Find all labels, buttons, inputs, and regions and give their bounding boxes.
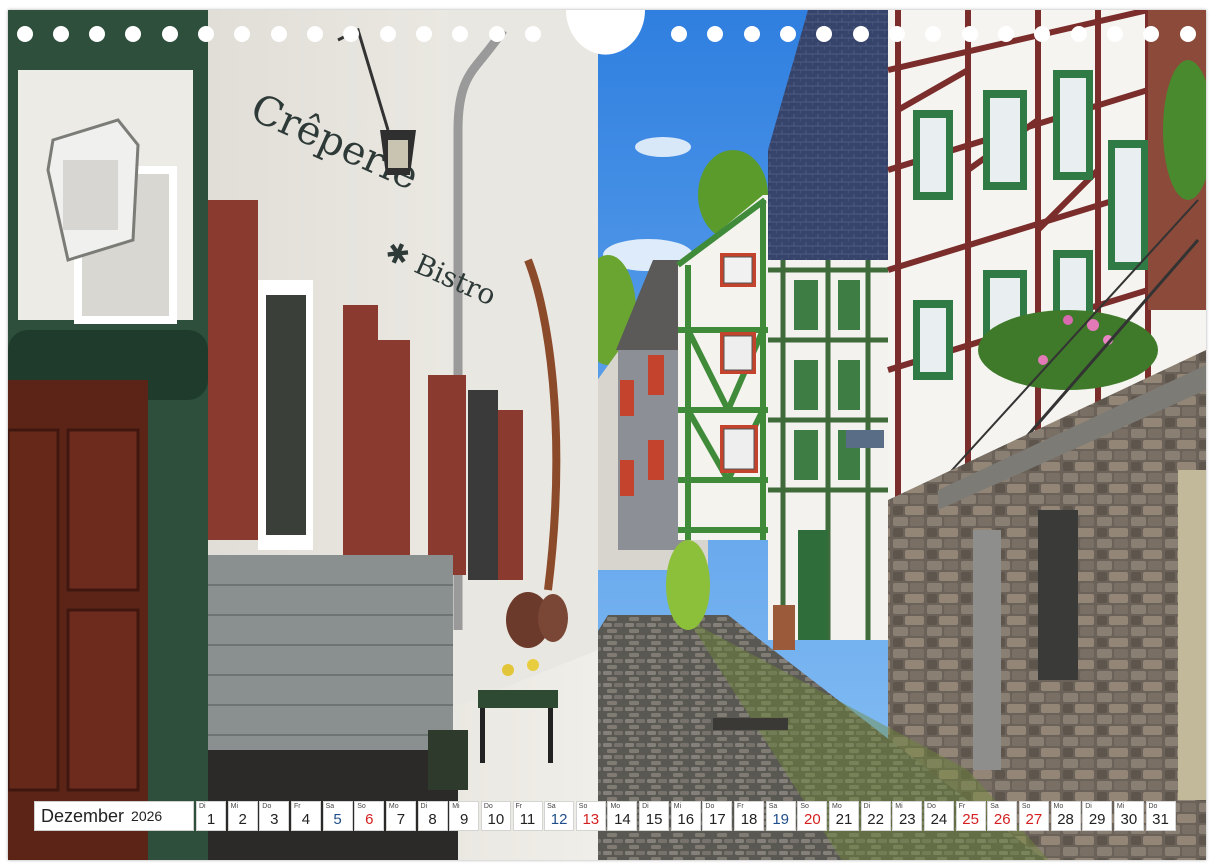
weekday-label: Mi (1116, 803, 1125, 810)
weekday-label: Mo (610, 803, 621, 810)
day-number: 15 (645, 811, 663, 828)
day-number: 5 (333, 811, 342, 828)
day-cell: Sa 12 (544, 801, 575, 831)
day-number: 22 (867, 811, 884, 828)
weekday-label: So (578, 803, 588, 810)
weekday-label: So (800, 803, 809, 810)
day-cell: Fr 11 (512, 801, 543, 831)
weekday-label: Do (262, 803, 272, 810)
day-number: 23 (898, 811, 916, 828)
day-number: 17 (709, 811, 726, 828)
day-cell: So 27 (1018, 801, 1049, 831)
day-cell: Fr 18 (734, 801, 765, 831)
day-number: 13 (582, 811, 600, 828)
day-number: 25 (962, 811, 979, 828)
day-number: 3 (270, 811, 279, 828)
day-cell: So 20 (797, 801, 828, 831)
weekday-label: Mo (388, 803, 399, 810)
day-number: 18 (740, 811, 758, 828)
weekday-label: Fr (515, 803, 523, 810)
day-cell: Fr 25 (955, 801, 986, 831)
day-number: 20 (804, 811, 821, 828)
day-cell: Mi 2 (227, 801, 258, 831)
day-cell: Di 8 (417, 801, 448, 831)
day-number: 19 (772, 811, 790, 828)
day-cell: Do 24 (923, 801, 954, 831)
weekday-label: Do (483, 803, 493, 810)
weekday-label: Sa (547, 803, 556, 810)
calendar-page: Crêperie ✱ Bistro Dezember 2026 Di 1 Mi … (0, 0, 1214, 867)
day-number: 31 (1152, 811, 1169, 828)
weekday-label: Di (863, 803, 871, 810)
day-cell: So 13 (575, 801, 606, 831)
weekday-label: Di (199, 803, 206, 810)
weekday-label: Di (642, 803, 649, 810)
weekday-label: Do (705, 803, 715, 810)
day-number: 14 (614, 811, 631, 828)
day-cell: Di 15 (639, 801, 670, 831)
day-cell: Mi 23 (892, 801, 923, 831)
day-number: 2 (238, 811, 247, 828)
day-cell: Do 10 (480, 801, 511, 831)
month-label-box: Dezember 2026 (34, 801, 194, 831)
day-cell: Di 29 (1082, 801, 1113, 831)
day-number: 11 (519, 811, 536, 828)
day-number: 28 (1057, 811, 1074, 828)
day-cell: Do 31 (1145, 801, 1176, 831)
day-number: 16 (677, 811, 695, 828)
day-cell: Sa 19 (765, 801, 796, 831)
weekday-label: Sa (768, 803, 778, 810)
weekday-label: So (357, 803, 366, 810)
day-cell: Do 17 (702, 801, 733, 831)
weekday-label: Fr (293, 803, 301, 810)
street-photo: Crêperie ✱ Bistro (8, 10, 1206, 860)
day-number: 9 (460, 811, 469, 828)
day-cell: Mo 14 (607, 801, 638, 831)
weekday-label: Mi (452, 803, 460, 810)
weekday-label: Mi (895, 803, 903, 810)
weekday-label: Mi (673, 803, 682, 810)
day-cell: Di 22 (860, 801, 891, 831)
weekday-label: Mo (1053, 803, 1064, 810)
weekday-label: Do (1148, 803, 1158, 810)
day-number: 29 (1088, 811, 1106, 828)
weekday-label: Sa (325, 803, 335, 810)
weekday-label: Fr (737, 803, 744, 810)
day-number: 10 (487, 811, 505, 828)
day-cell: Mi 16 (670, 801, 701, 831)
day-cell: Sa 5 (322, 801, 353, 831)
day-cell: Mi 30 (1113, 801, 1144, 831)
weekday-label: Di (1085, 803, 1092, 810)
day-number: 4 (301, 811, 311, 828)
day-number: 12 (550, 811, 568, 828)
weekday-label: Di (420, 803, 428, 810)
day-cell: Di 1 (196, 801, 226, 831)
day-cell: Mo 28 (1050, 801, 1081, 831)
weekday-label: Mi (230, 803, 239, 810)
day-cell: Mo 7 (385, 801, 416, 831)
weekday-label: Do (926, 803, 936, 810)
day-cell: Sa 26 (987, 801, 1018, 831)
weekday-label: Fr (958, 803, 966, 810)
day-number: 26 (993, 811, 1011, 828)
weekday-label: So (1021, 803, 1031, 810)
weekday-label: Mo (832, 803, 842, 810)
day-number: 27 (1025, 811, 1043, 828)
day-number: 21 (835, 811, 853, 828)
day-number: 7 (396, 811, 406, 828)
day-number: 1 (206, 811, 216, 828)
day-cell: Do 3 (259, 801, 290, 831)
day-cell: Mi 9 (449, 801, 480, 831)
day-number: 6 (365, 811, 374, 828)
day-cell: Fr 4 (290, 801, 321, 831)
weekday-label: Sa (990, 803, 999, 810)
day-cell: Mo 21 (829, 801, 859, 831)
day-number: 8 (428, 811, 437, 828)
year-label: 2026 (131, 808, 163, 824)
day-cell: So 6 (354, 801, 385, 831)
calendar-strip: Dezember 2026 Di 1 Mi 2 Do 3 Fr 4 Sa 5 So 6 Mo 7 Di 8 Mi… (34, 801, 1179, 831)
day-number: 24 (930, 811, 948, 828)
day-number: 30 (1120, 811, 1138, 828)
month-name: Dezember (41, 805, 125, 826)
